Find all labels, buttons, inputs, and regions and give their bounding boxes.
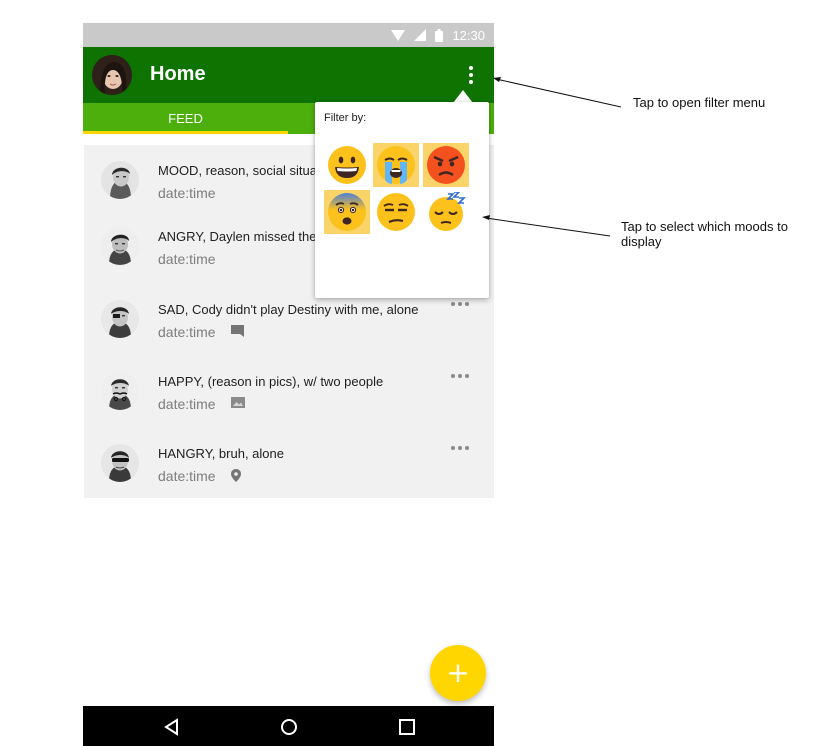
battery-icon [435, 28, 444, 42]
item-title: SAD, Cody didn't play Destiny with me, a… [158, 302, 419, 317]
status-time: 12:30 [452, 27, 485, 43]
item-title: ANGRY, Daylen missed the me [158, 229, 339, 244]
more-options-icon[interactable] [451, 302, 469, 306]
page-title: Home [150, 63, 206, 85]
list-item[interactable]: HANGRY, bruh, alone date:time [84, 428, 494, 494]
tab-indicator [83, 131, 288, 134]
grinning-face-icon [328, 146, 366, 184]
item-date: date:time [158, 468, 216, 484]
item-title: HANGRY, bruh, alone [158, 446, 284, 461]
item-date: date:time [158, 251, 216, 267]
item-date: date:time [158, 185, 216, 201]
more-options-icon[interactable] [451, 374, 469, 378]
more-options-icon[interactable] [451, 446, 469, 450]
overflow-menu-icon[interactable] [459, 63, 483, 87]
image-icon [231, 397, 245, 408]
mood-filter-angry[interactable] [423, 143, 469, 187]
unamused-face-icon [377, 193, 415, 231]
annotation-mood-select: Tap to select which moods to display [621, 219, 788, 249]
avatar[interactable] [92, 55, 132, 95]
filter-menu: Filter by: [315, 102, 489, 298]
home-icon[interactable] [280, 718, 298, 736]
comment-icon [231, 325, 244, 337]
app-bar: Home [83, 47, 494, 103]
add-entry-button[interactable]: + [430, 645, 486, 701]
item-title: HAPPY, (reason in pics), w/ two people [158, 374, 384, 389]
item-date: date:time [158, 324, 216, 340]
mood-filter-happy[interactable] [324, 143, 370, 187]
item-date: date:time [158, 396, 216, 412]
filter-label: Filter by: [324, 112, 367, 124]
anxious-face-icon [328, 193, 366, 231]
back-icon[interactable] [163, 718, 181, 736]
annotation-filter-menu: Tap to open filter menu [633, 95, 766, 110]
crying-face-icon [377, 146, 415, 184]
avatar [101, 372, 139, 410]
avatar [101, 161, 139, 199]
mood-filter-sleepy[interactable] [423, 190, 469, 234]
list-item[interactable]: HAPPY, (reason in pics), w/ two people d… [84, 356, 494, 422]
location-pin-icon [231, 469, 241, 482]
status-bar: 12:30 [83, 23, 494, 47]
navigation-bar [83, 706, 494, 746]
mood-filter-unamused[interactable] [373, 190, 419, 234]
tab-feed[interactable]: FEED [83, 103, 288, 134]
wifi-icon [391, 29, 406, 41]
avatar [101, 227, 139, 265]
mood-filter-anxious[interactable] [324, 190, 370, 234]
item-title: MOOD, reason, social situat [158, 163, 321, 178]
angry-face-icon [427, 146, 465, 184]
avatar [101, 300, 139, 338]
avatar [101, 444, 139, 482]
recents-icon[interactable] [398, 718, 416, 736]
sleeping-face-icon [429, 192, 466, 231]
mood-filter-crying[interactable] [373, 143, 419, 187]
cell-signal-icon [414, 29, 427, 41]
